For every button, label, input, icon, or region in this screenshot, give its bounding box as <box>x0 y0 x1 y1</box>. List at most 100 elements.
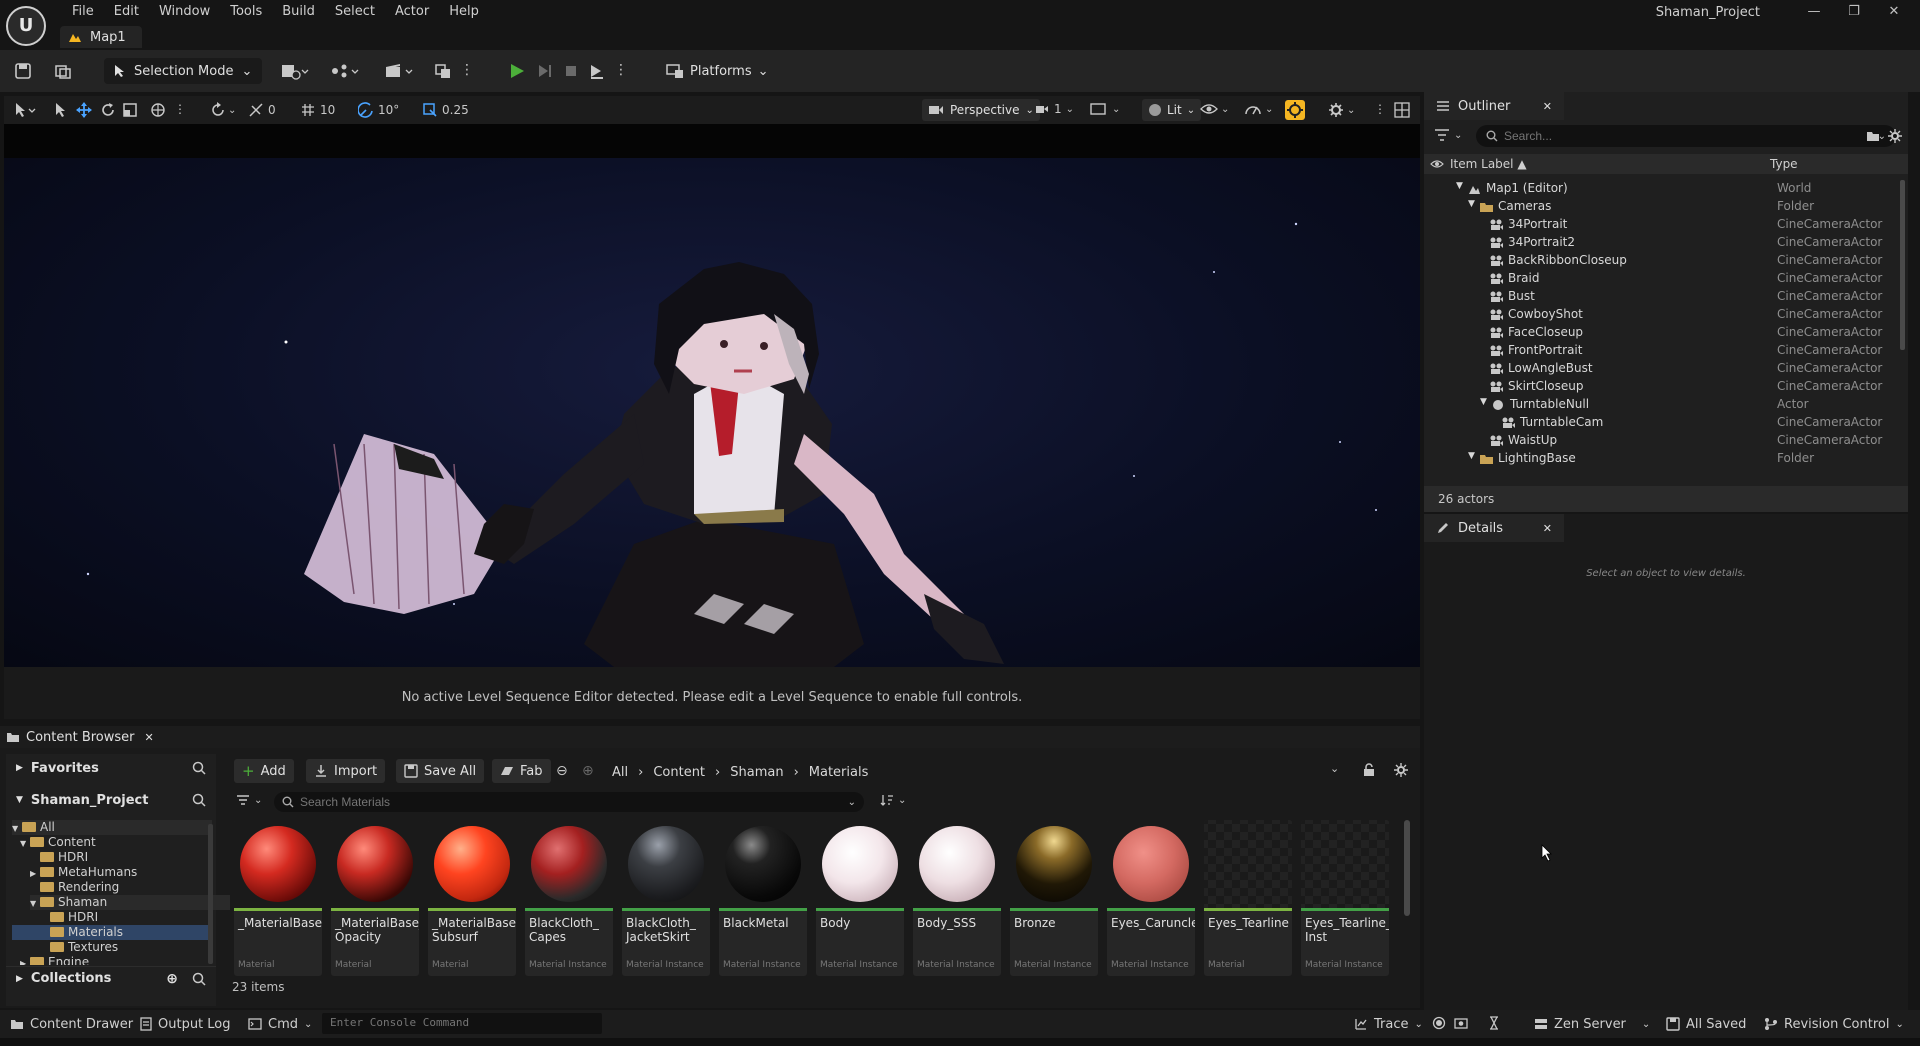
step-icon[interactable] <box>536 62 556 80</box>
trace-dropdown[interactable]: Trace ⌄ <box>1354 1016 1423 1032</box>
asset-tile[interactable]: BlackMetal Material Instance <box>719 820 807 976</box>
screen-percentage-dropdown[interactable]: ⌄ <box>1090 102 1120 116</box>
tree-item-textures[interactable]: Textures <box>50 940 250 955</box>
tree-item-engine[interactable]: ▶ Engine <box>20 955 220 965</box>
play-icon[interactable] <box>508 62 528 80</box>
stop-icon[interactable] <box>562 62 582 80</box>
level-viewport[interactable] <box>4 124 1420 667</box>
blueprint-icon[interactable] <box>330 62 364 80</box>
outliner-row[interactable]: CowboyShot CineCameraActor <box>1424 306 1894 324</box>
history-forward-icon[interactable]: ⊕ <box>582 763 594 779</box>
outliner-row[interactable]: ▼ Cameras Folder <box>1424 198 1894 216</box>
cinematics-icon[interactable] <box>384 62 418 80</box>
scale-snap-toggle[interactable]: 0.25 <box>422 102 469 118</box>
tree-item-content[interactable]: ▼ Content <box>20 835 220 850</box>
unreal-logo-icon[interactable]: U <box>6 6 46 46</box>
game-mode-icon[interactable] <box>434 62 454 80</box>
breadcrumb-materials[interactable]: Materials <box>809 765 869 780</box>
asset-tile[interactable]: Body Material Instance <box>816 820 904 976</box>
menu-build[interactable]: Build <box>272 2 325 22</box>
fab-button[interactable]: Fab <box>492 759 551 783</box>
level-tab-map1[interactable]: Map1 <box>60 26 142 48</box>
save-icon[interactable] <box>14 62 34 80</box>
asset-tile[interactable]: BlackCloth_ Capes Material Instance <box>525 820 613 976</box>
collapse-arrow-icon[interactable]: ▼ <box>1468 451 1475 461</box>
save-all-button[interactable]: Save All <box>396 759 485 783</box>
tree-item-metahumans[interactable]: ▶ MetaHumans <box>30 865 230 880</box>
outliner-row[interactable]: 34Portrait2 CineCameraActor <box>1424 234 1894 252</box>
asset-tile[interactable]: Eyes_Caruncles Material Instance <box>1107 820 1195 976</box>
chevron-down-icon[interactable]: ⌄ <box>848 797 856 808</box>
menu-select[interactable]: Select <box>325 2 385 22</box>
sources-scrollbar[interactable] <box>208 824 213 964</box>
camera-speed-dropdown[interactable]: 1 ⌄ <box>1034 102 1074 116</box>
column-type[interactable]: Type <box>1770 157 1798 171</box>
viewport-settings-dropdown[interactable]: ⌄ <box>1328 102 1355 118</box>
outliner-tab[interactable]: Outliner ✕ <box>1424 92 1564 120</box>
add-button[interactable]: + Add <box>234 759 294 783</box>
show-flags-dropdown[interactable]: ⌄ <box>1200 102 1229 116</box>
asset-tile[interactable]: Eyes_Tearline Material <box>1204 820 1292 976</box>
add-folder-icon[interactable] <box>1866 129 1880 143</box>
favorites-header[interactable]: ▶ Favorites <box>6 756 216 780</box>
more-icon[interactable]: ⋮ <box>174 102 186 116</box>
record-icon[interactable] <box>1432 1016 1446 1032</box>
search-icon[interactable] <box>192 793 206 807</box>
asset-tile[interactable]: BlackCloth_ JacketSkirt Material Instanc… <box>622 820 710 976</box>
import-button[interactable]: Import <box>306 759 386 783</box>
settings-gear-icon[interactable] <box>1394 763 1408 777</box>
asset-tile[interactable]: _MaterialBase Material <box>234 820 322 976</box>
zen-server-dropdown[interactable]: Zen Server ⌄ <box>1534 1016 1650 1032</box>
asset-scrollbar[interactable] <box>1404 820 1410 916</box>
viewport-more-icon[interactable]: ⋮ <box>1374 102 1386 116</box>
collections-header[interactable]: ▶ Collections ⊕ <box>6 966 216 990</box>
outliner-filter-dropdown[interactable]: ⌄ <box>1434 128 1462 142</box>
outliner-row[interactable]: Bust CineCameraActor <box>1424 288 1894 306</box>
menu-actor[interactable]: Actor <box>385 2 439 22</box>
restore-icon[interactable]: ❐ <box>1834 2 1874 22</box>
content-browser-tab[interactable]: Content Browser ✕ <box>6 728 154 746</box>
content-browse-icon[interactable] <box>54 62 74 80</box>
add-actor-icon[interactable] <box>280 62 314 80</box>
rotate-snap-toggle[interactable]: ⌄ <box>210 102 236 118</box>
collapse-arrow-icon[interactable]: ▼ <box>1480 397 1487 407</box>
menu-help[interactable]: Help <box>439 2 489 22</box>
outliner-row[interactable]: FaceCloseup CineCameraActor <box>1424 324 1894 342</box>
performance-dropdown[interactable]: ⌄ <box>1244 102 1273 116</box>
outliner-row[interactable]: ▼ LightingBase Folder <box>1424 450 1894 468</box>
scale-tool-icon[interactable] <box>122 102 138 118</box>
all-saved-status[interactable]: All Saved <box>1666 1016 1746 1032</box>
grid-snap-toggle[interactable]: 10 <box>300 102 335 118</box>
column-item-label[interactable]: Item Label ▲ <box>1450 157 1527 171</box>
outliner-scrollbar[interactable] <box>1900 180 1905 350</box>
translate-tool-icon[interactable] <box>76 102 92 118</box>
surface-snap-toggle[interactable]: 0 <box>248 102 276 118</box>
outliner-row[interactable]: WaistUp CineCameraActor <box>1424 432 1894 450</box>
hourglass-icon[interactable] <box>1488 1016 1500 1032</box>
collapse-arrow-icon[interactable]: ▼ <box>16 795 23 805</box>
console-command-input[interactable] <box>322 1013 602 1032</box>
outliner-row[interactable]: BackRibbonCloseup CineCameraActor <box>1424 252 1894 270</box>
angle-snap-toggle[interactable]: 10° <box>358 102 399 118</box>
collapse-arrow-icon[interactable]: ▼ <box>1468 199 1475 209</box>
path-dropdown-icon[interactable]: ⌄ <box>1330 762 1339 775</box>
content-drawer-button[interactable]: Content Drawer <box>10 1016 133 1032</box>
world-space-icon[interactable] <box>150 102 166 118</box>
settings-gear-icon[interactable] <box>1888 129 1902 143</box>
platforms-dropdown[interactable]: Platforms ⌄ <box>660 58 775 84</box>
add-collection-icon[interactable]: ⊕ <box>166 971 178 987</box>
tree-item-shaman-hdri[interactable]: HDRI <box>50 910 250 925</box>
close-window-icon[interactable]: ✕ <box>1874 2 1914 22</box>
close-icon[interactable]: ✕ <box>1543 100 1552 113</box>
viewport-options-icon[interactable] <box>14 102 38 118</box>
menu-edit[interactable]: Edit <box>104 2 149 22</box>
expand-arrow-icon[interactable]: ▶ <box>16 763 23 773</box>
revision-control-dropdown[interactable]: Revision Control ⌄ <box>1764 1016 1904 1032</box>
outliner-row[interactable]: LowAngleBust CineCameraActor <box>1424 360 1894 378</box>
expand-arrow-icon[interactable]: ▶ <box>16 974 23 984</box>
asset-tile[interactable]: Eyes_Tearline_ Inst Material Instance <box>1301 820 1389 976</box>
output-log-button[interactable]: Output Log <box>140 1016 231 1032</box>
outliner-search[interactable]: ⌄ <box>1476 125 1896 147</box>
menu-tools[interactable]: Tools <box>220 2 272 22</box>
console-command-field[interactable] <box>322 1013 602 1034</box>
